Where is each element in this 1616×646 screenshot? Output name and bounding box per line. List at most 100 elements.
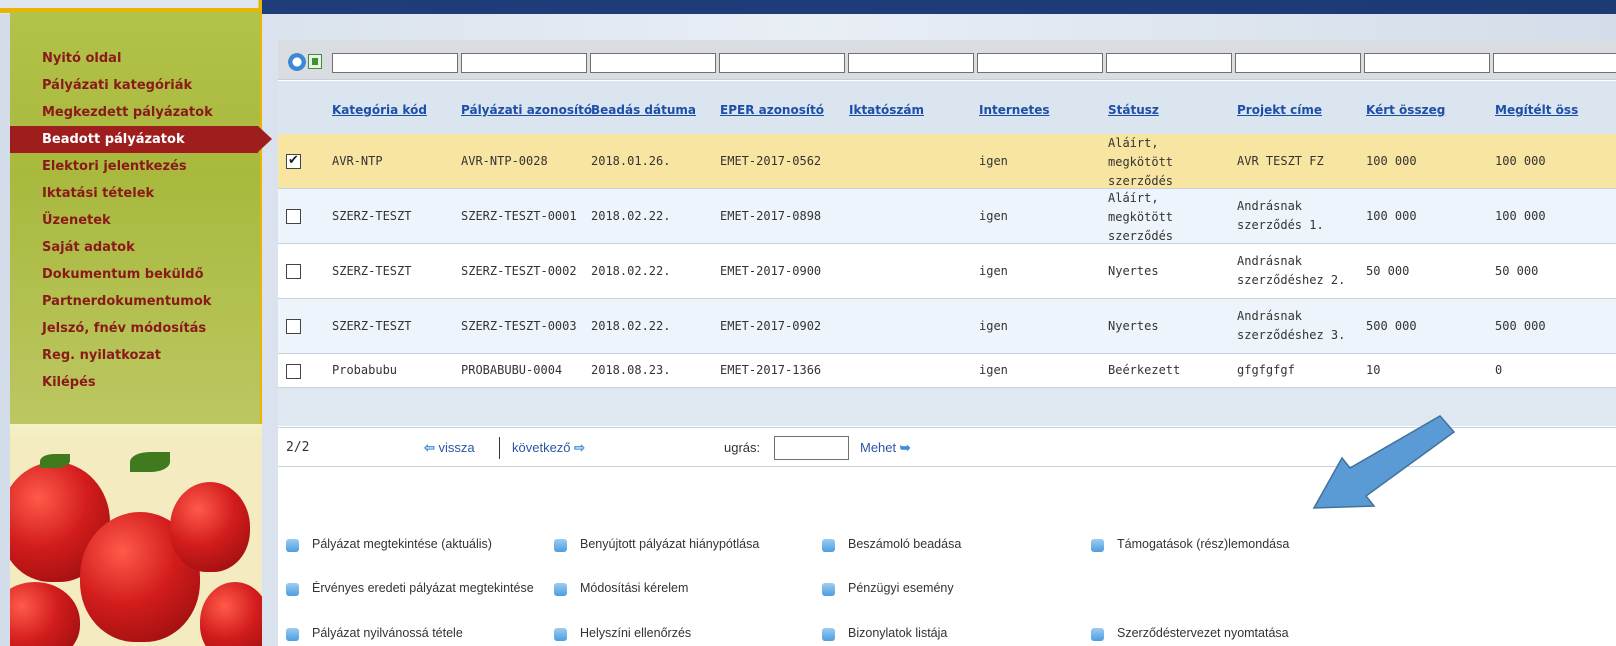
filter-project-title[interactable] xyxy=(1235,53,1361,73)
cell-eper-id: EMET-2017-0562 xyxy=(720,153,822,168)
cell-category-code: SZERZ-TESZT xyxy=(332,208,412,223)
action-label: Pénzügyi esemény xyxy=(848,581,954,595)
action-label: Bizonylatok listája xyxy=(848,626,948,640)
cell-requested-amount: 100 000 xyxy=(1366,153,1417,168)
filter-category-code[interactable] xyxy=(332,53,458,73)
cell-requested-amount: 50 000 xyxy=(1366,263,1410,278)
go-arrow-icon: ➥ xyxy=(899,440,911,455)
filter-awarded-amount[interactable] xyxy=(1493,53,1616,73)
menu-item-filing-items[interactable]: Iktatási tételek xyxy=(10,180,260,207)
table-row[interactable]: Probabubu PROBABUBU-0004 2018.08.23. EMET-2… xyxy=(278,354,1616,388)
action-label: Módosítási kérelem xyxy=(580,581,689,595)
main-panel: Kategória kód Pályázati azonosító Beadás… xyxy=(278,40,1616,646)
bullet-icon xyxy=(1091,539,1104,552)
action-label: Szerződéstervezet nyomtatása xyxy=(1117,626,1289,640)
table-row[interactable]: SZERZ-TESZT SZERZ-TESZT-0001 2018.02.22. EM… xyxy=(278,189,1616,244)
arrow-right-icon: ⇨ xyxy=(574,440,586,455)
menu-item-messages[interactable]: Üzenetek xyxy=(10,207,260,234)
row-checkbox[interactable] xyxy=(286,152,301,169)
pager-separator xyxy=(499,437,500,459)
next-page-link[interactable]: következő ⇨ xyxy=(512,440,585,456)
cell-requested-amount: 100 000 xyxy=(1366,208,1417,223)
strawberry-image xyxy=(10,442,262,646)
menu-item-elector-registration[interactable]: Elektori jelentkezés xyxy=(10,153,260,180)
next-page-label: következő xyxy=(512,440,571,455)
menu-item-document-sender[interactable]: Dokumentum beküldő xyxy=(10,261,260,288)
column-header-status[interactable]: Státusz xyxy=(1108,103,1159,117)
cell-internet: igen xyxy=(979,208,1008,223)
menu-item-categories[interactable]: Pályázati kategóriák xyxy=(10,72,260,99)
sidebar-menu: Nyitó oldal Pályázati kategóriák Megkezd… xyxy=(10,12,272,424)
cell-application-id: SZERZ-TESZT-0001 xyxy=(461,208,577,223)
filter-requested-amount[interactable] xyxy=(1364,53,1490,73)
cell-awarded-amount: 100 000 xyxy=(1495,208,1546,223)
cell-category-code: SZERZ-TESZT xyxy=(332,263,412,278)
row-checkbox[interactable] xyxy=(286,319,301,334)
cell-project-title: Andrásnak szerződés 1. xyxy=(1237,199,1324,232)
cell-application-id: PROBABUBU-0004 xyxy=(461,363,563,377)
cell-project-title: AVR TESZT FZ xyxy=(1237,153,1324,168)
table-row[interactable]: SZERZ-TESZT SZERZ-TESZT-0002 2018.02.22. EM… xyxy=(278,244,1616,299)
action-view-original[interactable]: Érvényes eredeti pályázat megtekintése xyxy=(286,581,554,599)
table-row[interactable]: SZERZ-TESZT SZERZ-TESZT-0003 2018.02.22. EM… xyxy=(278,299,1616,354)
menu-item-home[interactable]: Nyitó oldal xyxy=(10,45,260,72)
column-header-submission-date[interactable]: Beadás dátuma xyxy=(591,103,696,117)
menu-item-logout[interactable]: Kilépés xyxy=(10,369,260,396)
filter-submission-date[interactable] xyxy=(590,53,716,73)
bullet-icon xyxy=(822,628,835,641)
filter-eper-id[interactable] xyxy=(719,53,845,73)
menu-list: Nyitó oldal Pályázati kategóriák Megkezd… xyxy=(10,45,272,396)
bullet-icon xyxy=(554,539,567,552)
column-header-category-code[interactable]: Kategória kód xyxy=(332,103,427,117)
column-header-project-title[interactable]: Projekt címe xyxy=(1237,103,1322,117)
go-button-label: Mehet xyxy=(860,440,897,455)
cell-awarded-amount: 50 000 xyxy=(1495,263,1539,278)
goto-page-input[interactable] xyxy=(774,436,849,460)
go-button[interactable]: Mehet ➥ xyxy=(860,440,911,456)
table-header: Kategória kód Pályázati azonosító Beadás… xyxy=(278,81,1616,134)
refresh-icon[interactable] xyxy=(288,53,306,71)
column-header-internet[interactable]: Internetes xyxy=(979,103,1050,117)
menu-item-registration-statement[interactable]: Reg. nyilatkozat xyxy=(10,342,260,369)
cell-internet: igen xyxy=(979,318,1008,333)
cell-submission-date: 2018.02.22. xyxy=(591,263,671,278)
arrow-left-icon: ⇦ xyxy=(424,440,435,455)
row-checkbox[interactable] xyxy=(286,209,301,224)
cell-internet: igen xyxy=(979,153,1008,168)
filter-status[interactable] xyxy=(1106,53,1232,73)
column-header-requested-amount[interactable]: Kért összeg xyxy=(1366,103,1445,117)
cell-category-code: AVR-NTP xyxy=(332,153,383,168)
prev-page-link[interactable]: ⇦ vissza xyxy=(424,440,475,456)
table-row[interactable]: AVR-NTP AVR-NTP-0028 2018.01.26. EMET-2017-… xyxy=(278,134,1616,189)
cell-application-id: SZERZ-TESZT-0003 xyxy=(461,318,577,333)
column-header-eper-id[interactable]: EPER azonosító xyxy=(720,103,824,117)
menu-item-password-change[interactable]: Jelszó, fnév módosítás xyxy=(10,315,260,342)
cell-requested-amount: 500 000 xyxy=(1366,318,1417,333)
column-header-application-id[interactable]: Pályázati azonosító xyxy=(461,103,592,117)
menu-item-own-data[interactable]: Saját adatok xyxy=(10,234,260,261)
menu-item-submitted-applications[interactable]: Beadott pályázatok xyxy=(10,126,272,153)
filter-application-id[interactable] xyxy=(461,53,587,73)
filter-internet[interactable] xyxy=(977,53,1103,73)
column-header-awarded-amount[interactable]: Megítélt öss xyxy=(1495,103,1578,117)
menu-item-started-applications[interactable]: Megkezdett pályázatok xyxy=(10,99,260,126)
filter-toolbar xyxy=(288,53,328,71)
action-label: Helyszíni ellenőrzés xyxy=(580,626,692,640)
cell-submission-date: 2018.08.23. xyxy=(591,363,671,377)
row-checkbox[interactable] xyxy=(286,264,301,279)
cell-status: Beérkezett xyxy=(1108,363,1181,377)
cell-submission-date: 2018.02.22. xyxy=(591,208,671,223)
menu-item-partner-documents[interactable]: Partnerdokumentumok xyxy=(10,288,260,315)
prev-page-label: vissza xyxy=(438,440,475,455)
bullet-icon xyxy=(1091,628,1104,641)
sidebar: Nyitó oldal Pályázati kategóriák Megkezd… xyxy=(10,12,272,646)
cell-application-id: AVR-NTP-0028 xyxy=(461,153,548,168)
cell-awarded-amount: 0 xyxy=(1495,363,1503,377)
row-checkbox[interactable] xyxy=(286,363,301,379)
filter-filing-number[interactable] xyxy=(848,53,974,73)
cell-submission-date: 2018.02.22. xyxy=(591,318,671,333)
bullet-icon xyxy=(286,628,299,641)
cell-application-id: SZERZ-TESZT-0002 xyxy=(461,263,577,278)
column-header-filing-number[interactable]: Iktatószám xyxy=(849,103,924,117)
excel-export-icon[interactable] xyxy=(308,54,322,69)
